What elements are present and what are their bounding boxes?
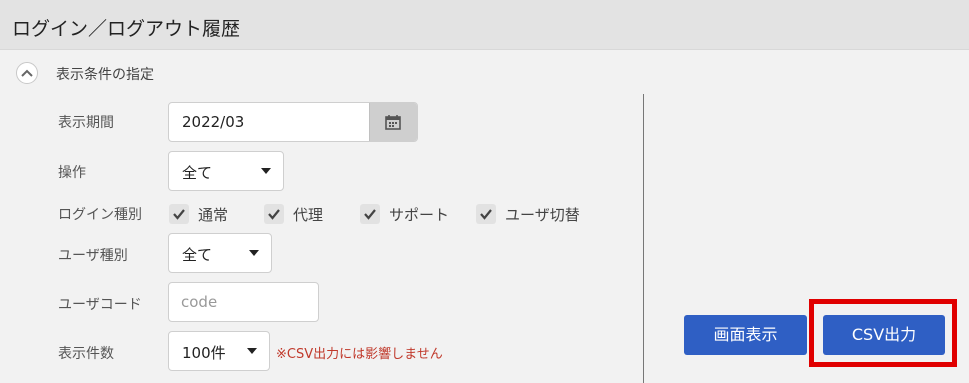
user-type-label: ユーザ種別 bbox=[58, 248, 128, 264]
period-label: 表示期間 bbox=[58, 115, 114, 131]
login-type-label: ログイン種別 bbox=[58, 207, 142, 223]
dropdown-caret-icon bbox=[261, 168, 271, 174]
count-select[interactable]: 100件 bbox=[168, 331, 270, 371]
checkmark-icon[interactable] bbox=[360, 204, 380, 224]
user-type-value: 全て bbox=[182, 246, 213, 264]
dropdown-caret-icon bbox=[249, 250, 259, 256]
checkmark-icon[interactable] bbox=[476, 204, 496, 224]
vertical-divider bbox=[643, 94, 644, 383]
count-label: 表示件数 bbox=[58, 346, 114, 362]
chevron-up-icon[interactable] bbox=[16, 62, 38, 84]
page-title: ログイン／ログアウト履歴 bbox=[12, 18, 241, 40]
operation-value: 全て bbox=[182, 164, 213, 182]
checkbox-label: 通常 bbox=[198, 206, 229, 224]
operation-label: 操作 bbox=[58, 165, 86, 181]
title-bar: ログイン／ログアウト履歴 bbox=[0, 0, 969, 50]
checkbox-label: ユーザ切替 bbox=[505, 206, 580, 224]
checkbox-label: サポート bbox=[389, 206, 450, 224]
user-code-input[interactable]: code bbox=[168, 282, 319, 322]
calendar-icon[interactable] bbox=[369, 103, 417, 141]
display-button[interactable]: 画面表示 bbox=[684, 315, 807, 355]
checkmark-icon[interactable] bbox=[169, 204, 189, 224]
count-value: 100件 bbox=[182, 344, 226, 362]
dropdown-caret-icon bbox=[247, 348, 257, 354]
highlight-frame bbox=[809, 299, 957, 367]
period-value[interactable]: 2022/03 bbox=[182, 113, 244, 131]
csv-note: ※CSV出力には影響しません bbox=[276, 347, 443, 362]
user-type-select[interactable]: 全て bbox=[168, 233, 272, 273]
period-field[interactable]: 2022/03 bbox=[168, 102, 418, 142]
operation-select[interactable]: 全て bbox=[168, 151, 284, 191]
checkbox-label: 代理 bbox=[293, 206, 324, 224]
user-code-label: ユーザコード bbox=[58, 297, 142, 313]
checkmark-icon[interactable] bbox=[264, 204, 284, 224]
section-label: 表示条件の指定 bbox=[56, 67, 154, 83]
